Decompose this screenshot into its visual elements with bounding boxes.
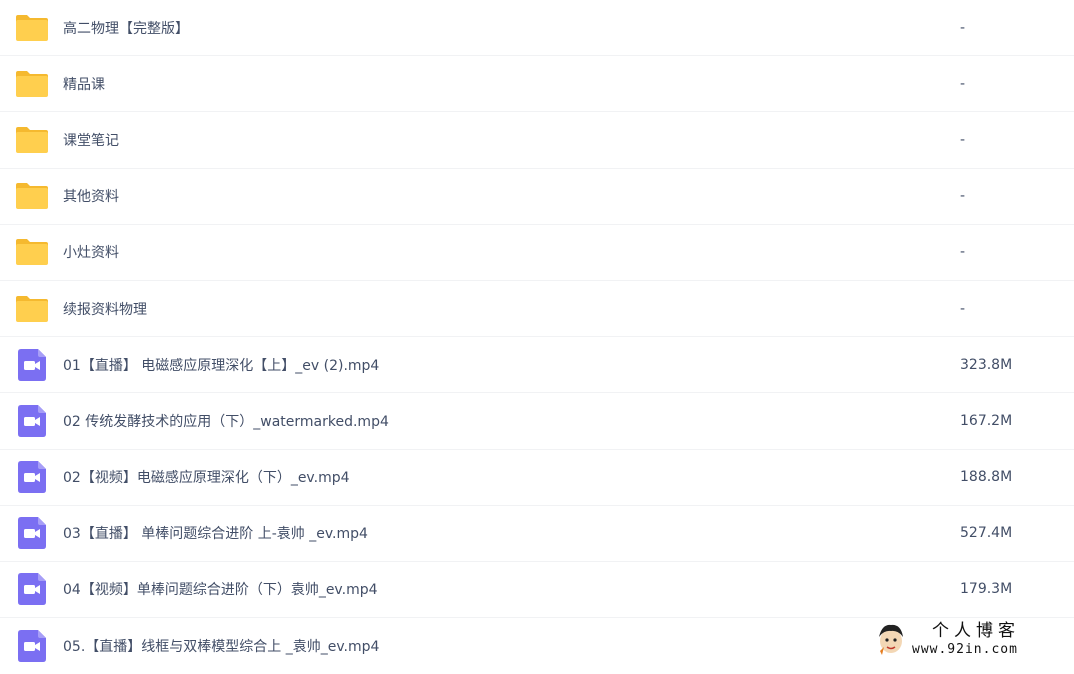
folder-row[interactable]: 高二物理【完整版】 - xyxy=(0,0,1074,56)
video-file-icon xyxy=(16,517,48,549)
folder-icon xyxy=(16,68,48,100)
folder-row[interactable]: 小灶资料 - xyxy=(0,225,1074,281)
file-name[interactable]: 精品课 xyxy=(63,74,105,94)
video-file-icon xyxy=(16,405,48,437)
watermark-url: www.92in.com xyxy=(912,643,1020,656)
file-name[interactable]: 02【视频】电磁感应原理深化（下）_ev.mp4 xyxy=(63,467,350,487)
file-size: - xyxy=(960,76,965,92)
file-size: - xyxy=(960,301,965,317)
file-size: - xyxy=(960,132,965,148)
folder-row[interactable]: 其他资料 - xyxy=(0,169,1074,225)
file-name[interactable]: 02 传统发酵技术的应用（下）_watermarked.mp4 xyxy=(63,411,389,431)
file-name[interactable]: 高二物理【完整版】 xyxy=(63,18,189,38)
mascot-avatar-icon xyxy=(874,621,908,657)
file-size: - xyxy=(960,244,965,260)
file-name[interactable]: 05.【直播】线框与双棒模型综合上 _袁帅_ev.mp4 xyxy=(63,636,379,656)
video-file-icon xyxy=(16,630,48,662)
folder-icon xyxy=(16,124,48,156)
file-row[interactable]: 03【直播】 单棒问题综合进阶 上-袁帅 _ev.mp4 527.4M xyxy=(0,506,1074,562)
file-size: - xyxy=(960,188,965,204)
file-name[interactable]: 其他资料 xyxy=(63,186,119,206)
file-size: 527.4M xyxy=(960,525,1012,541)
file-size: 179.3M xyxy=(960,581,1012,597)
video-file-icon xyxy=(16,349,48,381)
file-row[interactable]: 02 传统发酵技术的应用（下）_watermarked.mp4 167.2M xyxy=(0,393,1074,449)
file-name[interactable]: 04【视频】单棒问题综合进阶（下）袁帅_ev.mp4 xyxy=(63,579,378,599)
file-name[interactable]: 课堂笔记 xyxy=(63,130,119,150)
file-name[interactable]: 01【直播】 电磁感应原理深化【上】_ev (2).mp4 xyxy=(63,355,379,375)
file-list: 高二物理【完整版】 - 精品课 - 课堂笔记 - 其他资料 - 小灶资料 - 续报资料物理… xyxy=(0,0,1074,674)
file-size: 167.2M xyxy=(960,413,1012,429)
folder-row[interactable]: 续报资料物理 - xyxy=(0,281,1074,337)
file-size: 323.8M xyxy=(960,357,1012,373)
file-row[interactable]: 01【直播】 电磁感应原理深化【上】_ev (2).mp4 323.8M xyxy=(0,337,1074,393)
watermark-logo: 个人博客 www.92in.com xyxy=(874,619,1070,659)
video-file-icon xyxy=(16,461,48,493)
folder-row[interactable]: 课堂笔记 - xyxy=(0,112,1074,168)
file-row[interactable]: 04【视频】单棒问题综合进阶（下）袁帅_ev.mp4 179.3M xyxy=(0,562,1074,618)
file-size: 188.8M xyxy=(960,469,1012,485)
folder-icon xyxy=(16,12,48,44)
file-size: - xyxy=(960,20,965,36)
folder-icon xyxy=(16,180,48,212)
folder-icon xyxy=(16,236,48,268)
file-name[interactable]: 小灶资料 xyxy=(63,242,119,262)
file-name[interactable]: 03【直播】 单棒问题综合进阶 上-袁帅 _ev.mp4 xyxy=(63,523,368,543)
file-name[interactable]: 续报资料物理 xyxy=(63,299,147,319)
watermark-title: 个人博客 xyxy=(912,623,1020,640)
video-file-icon xyxy=(16,573,48,605)
folder-row[interactable]: 精品课 - xyxy=(0,56,1074,112)
folder-icon xyxy=(16,293,48,325)
file-row[interactable]: 02【视频】电磁感应原理深化（下）_ev.mp4 188.8M xyxy=(0,450,1074,506)
